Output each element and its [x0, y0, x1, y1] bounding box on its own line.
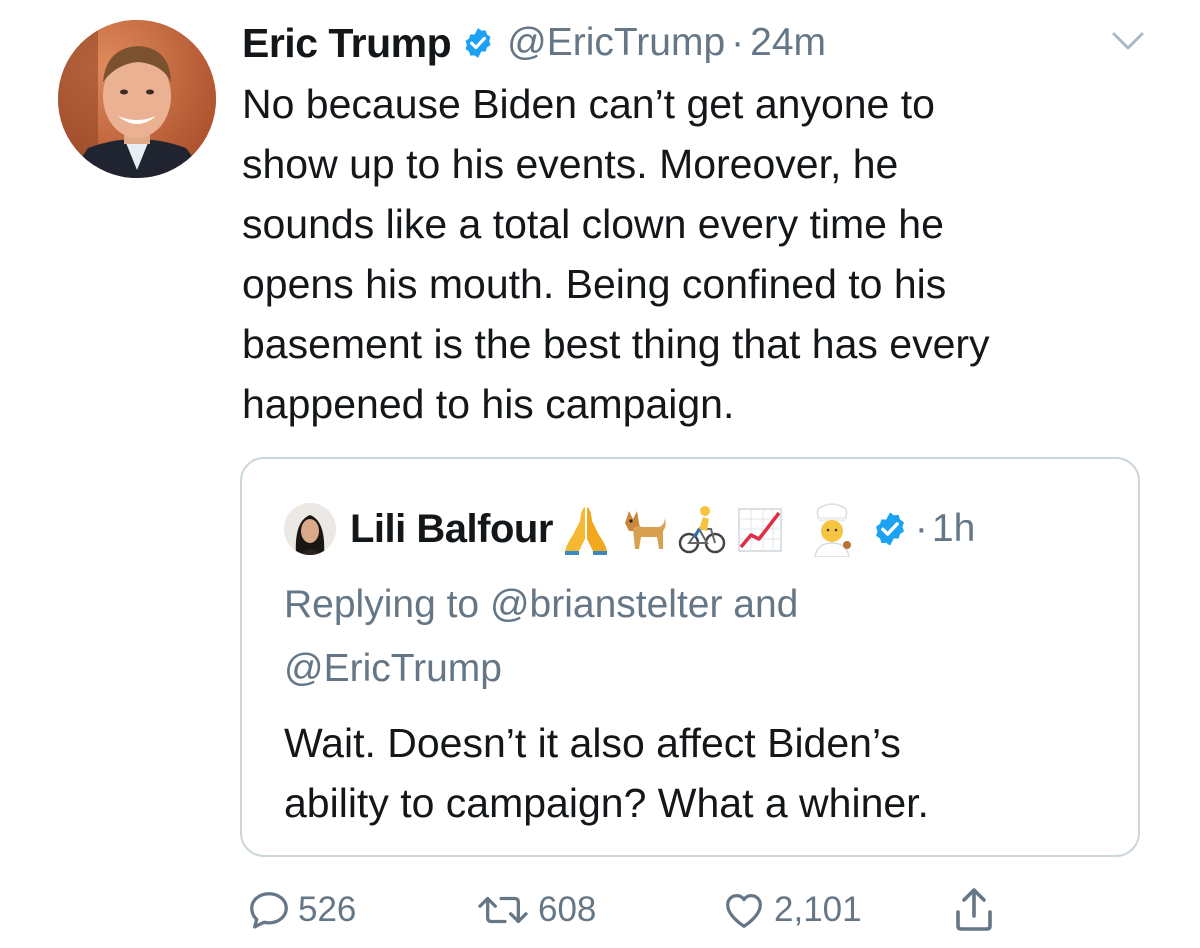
quoted-verified-badge-icon: [871, 510, 909, 548]
folded-hands-emoji-icon: [561, 501, 611, 557]
cyclist-emoji-icon: [677, 501, 727, 557]
dog-emoji-icon: [619, 501, 669, 557]
reply-count: 526: [298, 890, 357, 929]
like-count: 2,101: [774, 890, 862, 929]
tweet-timestamp[interactable]: 24m: [750, 21, 826, 65]
chevron-down-icon[interactable]: [1108, 28, 1148, 54]
author-avatar[interactable]: [58, 20, 216, 178]
cook-emoji-icon: [807, 501, 857, 558]
separator-dot: ·: [731, 21, 745, 64]
tweet-header: Eric Trump @EricTrump · 24m: [242, 14, 826, 72]
chart-increasing-emoji-icon: [735, 501, 785, 557]
quoted-replying-to[interactable]: Replying to @brianstelter and @EricTrump: [284, 573, 1084, 701]
quoted-tweet-text: Wait. Doesn’t it also affect Biden’s abi…: [284, 720, 929, 826]
retweet-icon: [474, 887, 532, 933]
tweet[interactable]: Eric Trump @EricTrump · 24m No because B…: [0, 0, 1200, 948]
quoted-author-avatar[interactable]: [284, 503, 336, 555]
quoted-tweet-header: Lili Balfour · 1h: [284, 499, 975, 559]
tweet-actions-bar: 526 608 2,101: [0, 880, 1200, 940]
verified-badge-icon: [461, 26, 495, 60]
author-display-name[interactable]: Eric Trump: [242, 20, 452, 67]
retweet-count: 608: [538, 890, 597, 929]
share-icon: [950, 884, 998, 936]
like-icon: [720, 887, 768, 933]
author-handle[interactable]: @EricTrump: [507, 21, 725, 65]
tweet-text: No because Biden can’t get anyone to sho…: [242, 81, 990, 427]
share-button[interactable]: [950, 880, 998, 940]
like-button[interactable]: 2,101: [720, 880, 862, 940]
quoted-author-display-name[interactable]: Lili Balfour: [350, 507, 553, 552]
reply-icon: [246, 887, 292, 933]
quoted-tweet[interactable]: Lili Balfour · 1h Replying to @brianstel…: [240, 457, 1140, 857]
quoted-separator-dot: ·: [914, 507, 928, 550]
retweet-button[interactable]: 608: [474, 880, 596, 940]
quoted-tweet-timestamp[interactable]: 1h: [932, 507, 975, 551]
reply-button[interactable]: 526: [246, 880, 356, 940]
